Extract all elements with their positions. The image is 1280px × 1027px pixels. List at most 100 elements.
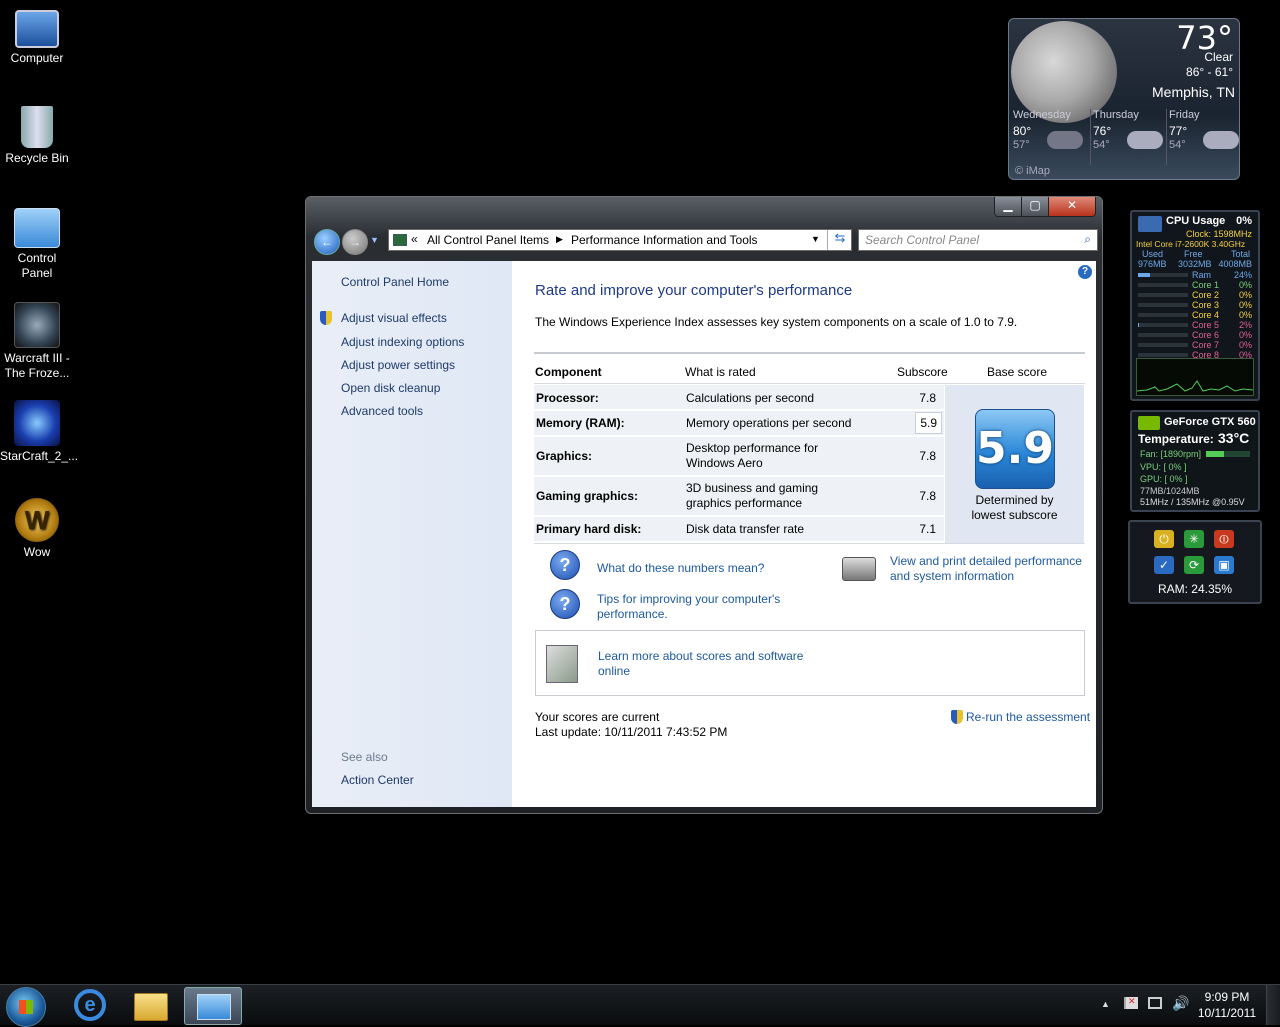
base-score-badge: 5.9 [975,409,1055,489]
nvidia-icon [1138,416,1160,430]
start-button[interactable] [6,987,46,1027]
restart-button-icon[interactable]: ✳ [1184,530,1204,548]
search-input[interactable]: Search Control Panel [865,233,979,247]
taskbar-windows-explorer[interactable] [122,987,178,1023]
table-header-divider [534,383,1085,384]
forward-button[interactable]: → [342,229,368,255]
scores-status: Your scores are current [535,710,660,724]
desktop-icon-recycle-bin[interactable]: Recycle Bin [0,106,74,166]
maximize-button[interactable]: ▢ [1021,197,1049,217]
weather-gadget[interactable]: 73° Clear 86° - 61° Memphis, TN Wednesda… [1008,18,1240,180]
taskbar-control-panel[interactable] [184,987,242,1025]
cpu-row-bar [1138,293,1188,297]
rerun-assessment-link[interactable]: Re-run the assessment [966,710,1090,724]
address-bar[interactable]: « All Control Panel Items ▶ Performance … [388,229,852,251]
search-icon[interactable]: ⌕ [1084,232,1091,247]
search-box[interactable]: Search Control Panel ⌕ [858,229,1098,251]
adjust-visual-effects-link[interactable]: Adjust visual effects [341,311,447,325]
cpu-row-value: 0% [1238,280,1252,290]
history-dropdown-icon[interactable]: ▼ [370,235,379,245]
desktop-icon-warcraft[interactable]: Warcraft III - The Froze... [0,302,74,381]
internet-explorer-icon: e [74,989,106,1021]
breadcrumb-item[interactable]: Performance Information and Tools [571,233,758,247]
gpu-temperature: 33°C [1218,430,1250,446]
open-disk-cleanup-link[interactable]: Open disk cleanup [341,381,440,395]
sleep-button-icon[interactable]: ⏻ [1154,530,1174,548]
power-button-icon[interactable]: ⏼ [1214,530,1234,548]
weather-source: © iMap [1015,165,1051,177]
main-pane: ? Rate and improve your computer's perfo… [512,261,1096,807]
clock-time[interactable]: 9:09 PM [1196,990,1258,1004]
column-header-component: Component [535,365,602,379]
cpu-row-name: Core 4 [1192,310,1220,320]
gpu-gadget[interactable]: GeForce GTX 560 Temperature: 33°C Fan: [… [1130,410,1260,512]
component-rated: Memory operations per second [686,416,852,430]
minimize-button[interactable]: ▁ [994,197,1022,217]
desktop-icon-control-panel[interactable]: Control Panel [0,208,74,281]
shield-icon [320,311,332,325]
software-box-icon [546,645,578,683]
table-row: Memory (RAM): Memory operations per seco… [534,411,944,435]
show-desktop-button[interactable] [1266,985,1280,1025]
desktop-icon-wow[interactable]: W Wow [0,498,74,560]
gpu-memory: 77MB/1024MB [1140,486,1200,496]
advanced-tools-link[interactable]: Advanced tools [341,404,423,418]
desktop-icon-label: Warcraft III - [4,351,70,365]
weather-city: Memphis, TN [1152,84,1235,100]
taskbar-internet-explorer[interactable]: e [62,987,118,1023]
control-panel-home-link[interactable]: Control Panel Home [341,275,449,289]
taskbar: e ▲ ✕ 🔊 9:09 PM 10/11/2011 [0,984,1280,1027]
close-button[interactable]: ✕ [1048,197,1096,217]
action-center-flag-icon[interactable]: ✕ [1124,996,1138,1009]
desktop-icon-label: Recycle Bin [5,151,69,165]
tips-link-line2[interactable]: performance. [597,607,668,621]
recycle-bin-icon [21,106,53,148]
windows-logo-icon [19,1000,33,1014]
adjust-indexing-options-link[interactable]: Adjust indexing options [341,335,464,349]
print-details-link[interactable]: View and print detailed performance [890,554,1082,568]
breadcrumb-item[interactable]: All Control Panel Items [427,233,549,247]
print-details-link-line2[interactable]: and system information [890,569,1014,583]
cpu-row-name: Core 5 [1192,320,1220,330]
mem-header: Used [1142,249,1164,259]
last-update: Last update: 10/11/2011 7:43:52 PM [535,725,728,739]
cpu-row-name: Core 1 [1192,280,1220,290]
action-center-link[interactable]: Action Center [341,773,414,787]
logoff-button-icon[interactable]: ⟳ [1184,556,1204,574]
warcraft-icon [14,302,60,348]
help-icon[interactable]: ? [1078,265,1092,279]
desktop-icon-computer[interactable]: Computer [0,10,74,66]
mem-values: 976MB 3032MB 4008MB [1138,259,1252,269]
learn-more-link[interactable]: Learn more about scores and software [598,649,803,663]
cpu-row-value: 24% [1233,270,1252,280]
learn-more-link-line2[interactable]: online [598,664,630,678]
component-subscore: 5.9 [915,412,942,434]
address-dropdown-icon[interactable]: ▼ [811,234,820,244]
forecast-day: Friday 77° 54° [1166,109,1239,165]
clock-date[interactable]: 10/11/2011 [1196,1006,1258,1020]
fan-bar [1206,451,1250,457]
volume-icon[interactable]: 🔊 [1172,995,1189,1012]
column-header-what-is-rated: What is rated [685,365,756,379]
lock-button-icon[interactable]: ✓ [1154,556,1174,574]
network-icon[interactable] [1148,997,1162,1009]
page-description: The Windows Experience Index assesses ke… [535,315,1018,329]
back-button[interactable]: ← [314,229,340,255]
breadcrumb-overflow[interactable]: « [411,232,418,246]
adjust-power-settings-link[interactable]: Adjust power settings [341,358,455,372]
show-hidden-icons-icon[interactable]: ▲ [1101,999,1110,1009]
tips-link[interactable]: Tips for improving your computer's [597,592,780,606]
left-navigation-pane: Control Panel Home Adjust visual effects… [312,261,512,807]
refresh-icon[interactable]: ⇆ [827,230,852,250]
component-rated-line2: graphics performance [686,496,803,510]
cpu-row: Core 5 2% [1138,320,1252,330]
desktop-icon-starcraft[interactable]: StarCraft_2_... [0,400,78,464]
cpu-row-value: 0% [1238,290,1252,300]
help-question-icon: ? [550,589,580,619]
cpu-usage-gadget[interactable]: CPU Usage 0% Clock: 1598MHz Intel Core i… [1130,210,1260,401]
numbers-meaning-link[interactable]: What do these numbers mean? [597,561,764,575]
hibernate-button-icon[interactable]: ▣ [1214,556,1234,574]
breadcrumb-separator-icon[interactable]: ▶ [556,234,563,245]
gpu-vpu: VPU: [ 0% ] [1140,462,1187,472]
cpu-row-bar [1138,273,1188,277]
